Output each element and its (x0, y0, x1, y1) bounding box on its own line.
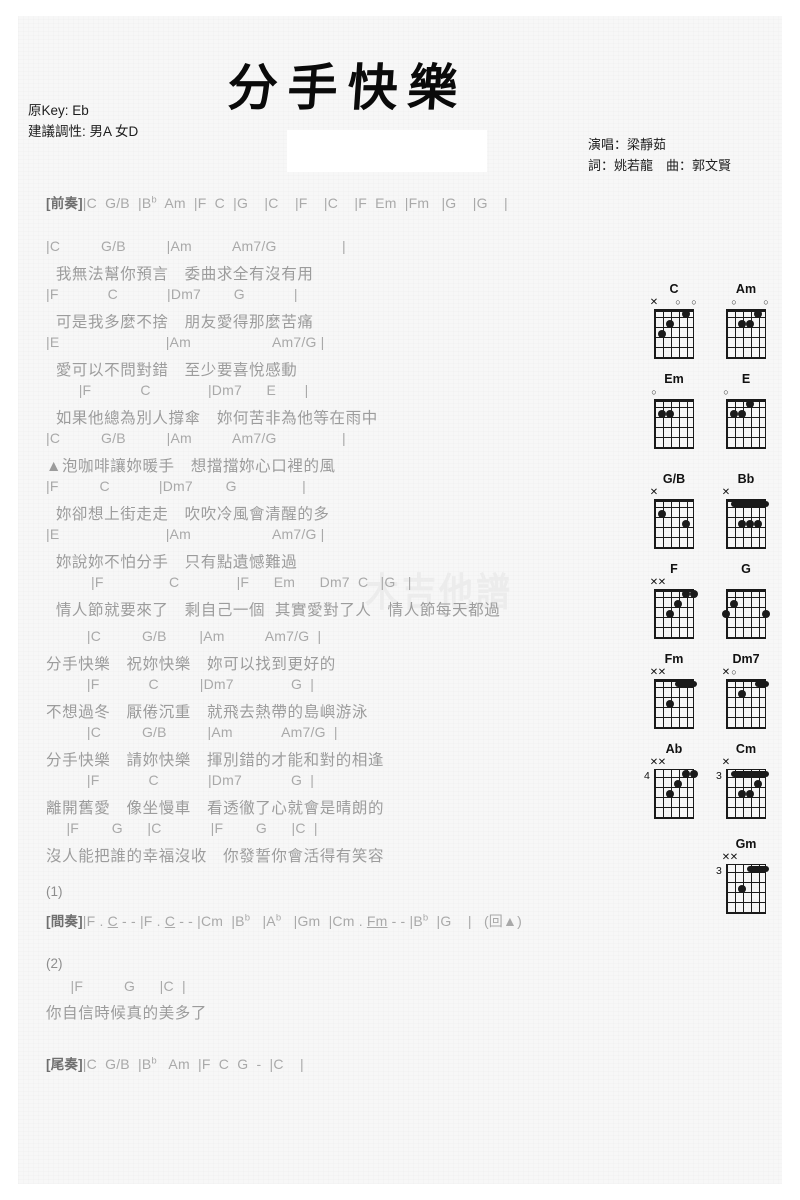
chord-barre (747, 866, 769, 872)
chord-open-mute-marks: ✕ ✕ (721, 852, 739, 863)
chord-diagram-name: Cm (735, 742, 757, 756)
verse-chords-0: |C G/B |Am Am7/G | (46, 238, 346, 254)
marker-one: (1) (46, 884, 63, 899)
verse2-chords: |F G |C | (46, 978, 186, 994)
chord-open-mute-marks: ✕ (721, 757, 731, 768)
chord-finger-dot (762, 610, 770, 618)
chord-sheet-page: 分手快樂 原Key: Eb 建議調性: 男A 女D 演唱：梁靜茹 詞：姚若龍 曲… (0, 0, 800, 1200)
chord-finger-dot (690, 590, 698, 598)
verse2-lyric: 你自信時候真的美多了 (46, 1005, 208, 1022)
chord-finger-dot (674, 600, 682, 608)
chord-open-mute-marks: ✕ ✕ (649, 577, 667, 588)
singer: 演唱：梁靜茹 (588, 137, 667, 152)
chord-finger-dot (754, 520, 762, 528)
interlude-line: [間奏]|F . C - - |F . C - - |Cm |Bb |Ab |G… (46, 912, 522, 929)
chord-open-mute-marks: ○ (723, 387, 729, 397)
chord-fret-number: 3 (716, 865, 722, 877)
chord-finger-dot (690, 770, 698, 778)
chord-diagram-name: G (741, 562, 751, 576)
chord-barre (731, 501, 769, 507)
chord-diagram-name: Dm7 (732, 652, 760, 666)
chord-diagram-name: Fm (664, 652, 684, 666)
chord-finger-dot (738, 320, 746, 328)
chord-barre (675, 681, 697, 687)
chord-diagram-name: Gm (735, 837, 757, 851)
key-info: 原Key: Eb 建議調性: 男A 女D (28, 100, 138, 142)
chord-finger-dot (746, 520, 754, 528)
chord-finger-dot (666, 790, 674, 798)
chord-barre (755, 681, 769, 687)
section-tag-intro: [前奏] (46, 196, 83, 211)
chord-open-mute-marks: ✕ ✕ (649, 667, 667, 678)
writers: 詞：姚若龍 曲：郭文賢 (588, 158, 732, 173)
chord-fretboard (726, 589, 766, 639)
verse-lyric-0: 我無法幫你預言 委曲求全有沒有用 (46, 266, 314, 283)
chord-finger-dot (754, 780, 762, 788)
section-tag-outro: [尾奏] (46, 1057, 83, 1072)
chord-open-mute-marks: ○ (651, 387, 657, 397)
chord-finger-dot (746, 400, 754, 408)
chord-finger-dot (754, 310, 762, 318)
chord-open-mute-marks: ○ ○ (731, 297, 769, 307)
section-tag-interlude: [間奏] (46, 914, 83, 929)
outro-line: [尾奏]|C G/B |Bb Am |F C G - |C | (46, 1055, 304, 1072)
chord-finger-dot (746, 790, 754, 798)
chord-finger-dot (730, 600, 738, 608)
marker-two: (2) (46, 956, 63, 971)
chord-diagram-name: Bb (737, 472, 755, 486)
chord-open-mute-marks: ✕ ○ (721, 667, 737, 678)
chord-barre (731, 771, 769, 777)
chord-diagram-name: C (669, 282, 679, 296)
chord-finger-dot (658, 410, 666, 418)
chord-fret-number: 4 (644, 770, 650, 782)
chord-diagram-name: Am (735, 282, 757, 296)
chorus-lyric-4: 沒人能把誰的幸福沒收 你發誓你會活得有笑容 (46, 848, 385, 865)
chord-finger-dot (730, 410, 738, 418)
title-backdrop (287, 130, 487, 172)
chord-finger-dot (674, 780, 682, 788)
chord-finger-dot (746, 320, 754, 328)
chord-open-mute-marks: ✕ (721, 487, 731, 498)
chord-finger-dot (682, 590, 690, 598)
chord-finger-dot (738, 790, 746, 798)
chord-open-mute-marks: ✕ ✕ (649, 757, 667, 768)
chord-open-mute-marks: ✕ ○ ○ (649, 297, 697, 308)
chord-finger-dot (682, 520, 690, 528)
chord-open-mute-marks: ✕ (649, 487, 659, 498)
chord-open-mute-marks (717, 577, 775, 588)
chord-finger-dot (666, 410, 674, 418)
chord-finger-dot (722, 610, 730, 618)
chord-finger-dot (738, 885, 746, 893)
chord-diagram-name: Em (664, 372, 684, 386)
chord-finger-dot (738, 690, 746, 698)
intro-line: [前奏]|C G/B |Bb Am |F C |G |C |F |C |F Em… (46, 194, 508, 211)
chord-finger-dot (666, 700, 674, 708)
chord-fretboard (654, 399, 694, 449)
chord-diagram-name: G/B (662, 472, 686, 486)
suggested-key: 建議調性: 男A 女D (28, 124, 139, 139)
chord-diagram-name: F (670, 562, 678, 576)
original-key: 原Key: Eb (28, 103, 89, 118)
chord-finger-dot (738, 520, 746, 528)
credits: 演唱：梁靜茹 詞：姚若龍 曲：郭文賢 (588, 134, 731, 176)
chorus-chords-4: |F G |C |F G |C | (46, 820, 318, 836)
chord-diagram-name: Ab (665, 742, 683, 756)
page-title: 分手快樂 (225, 58, 470, 117)
chord-finger-dot (682, 770, 690, 778)
chord-fret-number: 3 (716, 770, 722, 782)
chord-diagram-name: E (741, 372, 751, 386)
chord-finger-dot (682, 310, 690, 318)
chord-finger-dot (658, 330, 666, 338)
chord-finger-dot (666, 320, 674, 328)
chord-finger-dot (738, 410, 746, 418)
chord-finger-dot (658, 510, 666, 518)
chord-finger-dot (666, 610, 674, 618)
